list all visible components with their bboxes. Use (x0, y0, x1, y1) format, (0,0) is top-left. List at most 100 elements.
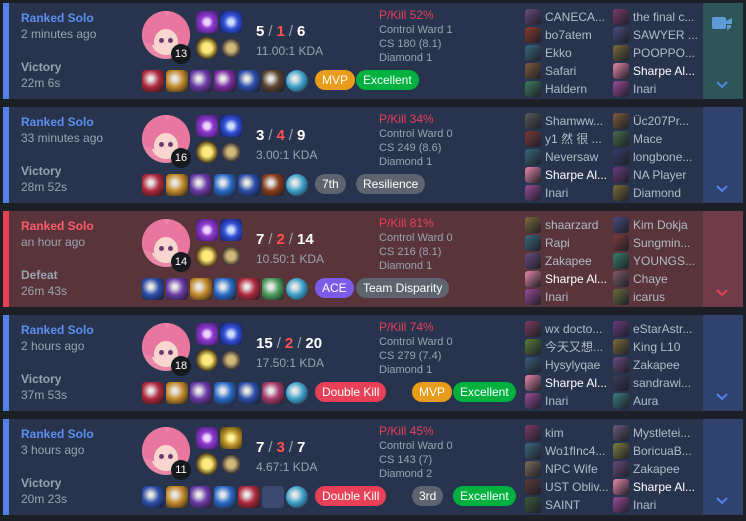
summoner-spell-flash-icon[interactable] (196, 11, 218, 33)
trinket-icon[interactable] (286, 486, 308, 508)
participant[interactable]: Diamond (613, 184, 697, 202)
participant-name[interactable]: Shamww... (545, 114, 603, 128)
participant-name[interactable]: Inari (633, 82, 656, 96)
participant[interactable]: Chaye (613, 270, 697, 288)
participant-name[interactable]: Sharpe Al... (633, 480, 695, 494)
item-slot[interactable] (142, 174, 164, 196)
item-slot[interactable] (214, 278, 236, 300)
participant-name[interactable]: Kim Dokja (633, 218, 688, 232)
participant[interactable]: icarus (613, 288, 697, 306)
match-card[interactable]: Ranked Solo 2 hours ago Victory 37m 53s 18 15… (3, 315, 743, 411)
participant-name[interactable]: Wo1fInc4... (545, 444, 605, 458)
participant[interactable]: NA Player (613, 166, 697, 184)
item-slot[interactable] (262, 486, 284, 508)
participant[interactable]: y1 然 很 ... (525, 130, 609, 148)
summoner-spell-flash-icon[interactable] (196, 323, 218, 345)
match-card[interactable]: Ranked Solo 33 minutes ago Victory 28m 52s 1… (3, 107, 743, 203)
participant-name[interactable]: Sungmin... (633, 236, 690, 250)
participant[interactable]: longbone... (613, 148, 697, 166)
summoner-spell-icon[interactable] (220, 427, 242, 449)
summoner-spell-flash-icon[interactable] (196, 427, 218, 449)
secondary-rune-icon[interactable] (220, 37, 242, 59)
item-slot[interactable] (238, 70, 260, 92)
participant[interactable]: Safari (525, 62, 609, 80)
participant-name[interactable]: sandrawi... (633, 376, 691, 390)
secondary-rune-icon[interactable] (220, 141, 242, 163)
match-card[interactable]: Ranked Solo an hour ago Defeat 26m 43s 14 7/2… (3, 211, 743, 307)
participant-name[interactable]: Safari (545, 64, 576, 78)
participant[interactable]: Mystletei... (613, 424, 697, 442)
participant-name[interactable]: NA Player (633, 168, 686, 182)
participant[interactable]: BoricuaB... (613, 442, 697, 460)
expand-panel[interactable] (703, 3, 743, 99)
participant[interactable]: Zakapee (613, 356, 697, 374)
participant[interactable]: Üc207Pr... (613, 112, 697, 130)
trinket-icon[interactable] (286, 70, 308, 92)
participant[interactable]: Neversaw (525, 148, 609, 166)
keystone-rune-icon[interactable] (196, 453, 218, 475)
item-slot[interactable] (214, 70, 236, 92)
participant[interactable]: Sharpe Al... (525, 166, 609, 184)
participant-name[interactable]: kim (545, 426, 564, 440)
participant[interactable]: kim (525, 424, 609, 442)
participant-name[interactable]: Chaye (633, 272, 668, 286)
participant-name[interactable]: King L10 (633, 340, 680, 354)
item-slot[interactable] (190, 174, 212, 196)
trinket-icon[interactable] (286, 278, 308, 300)
participant-name[interactable]: YOUNGS... (633, 254, 695, 268)
item-slot[interactable] (238, 278, 260, 300)
participant-name[interactable]: Inari (545, 394, 568, 408)
participant[interactable]: Aura (613, 392, 697, 410)
participant[interactable]: Inari (613, 496, 697, 514)
item-slot[interactable] (166, 70, 188, 92)
participant[interactable]: Sharpe Al... (613, 478, 697, 496)
participant-name[interactable]: POOPPO... (633, 46, 695, 60)
expand-panel[interactable] (703, 315, 743, 411)
expand-panel[interactable] (703, 107, 743, 203)
participant-name[interactable]: Diamond (633, 186, 681, 200)
item-slot[interactable] (238, 486, 260, 508)
participant[interactable]: Inari (525, 288, 609, 306)
keystone-rune-icon[interactable] (196, 141, 218, 163)
expand-panel[interactable] (703, 211, 743, 307)
participant[interactable]: 今天又想... (525, 338, 609, 356)
participant[interactable]: NPC Wife (525, 460, 609, 478)
participant-name[interactable]: Inari (545, 290, 568, 304)
participant-name[interactable]: Üc207Pr... (633, 114, 689, 128)
item-slot[interactable] (238, 382, 260, 404)
trinket-icon[interactable] (286, 174, 308, 196)
participant-name[interactable]: UST Obliv... (545, 480, 609, 494)
participant-name[interactable]: Haldern (545, 82, 587, 96)
summoner-spell-flash-icon[interactable] (196, 219, 218, 241)
participant-name[interactable]: Ekko (545, 46, 572, 60)
item-slot[interactable] (214, 486, 236, 508)
item-slot[interactable] (190, 70, 212, 92)
participant-name[interactable]: Sharpe Al... (545, 376, 607, 390)
summoner-spell-icon[interactable] (220, 11, 242, 33)
participant[interactable]: the final c... (613, 8, 697, 26)
item-slot[interactable] (166, 174, 188, 196)
participant-name[interactable]: Sharpe Al... (633, 64, 695, 78)
participant-name[interactable]: Inari (545, 186, 568, 200)
participant[interactable]: POOPPO... (613, 44, 697, 62)
secondary-rune-icon[interactable] (220, 453, 242, 475)
participant-name[interactable]: shaarzard (545, 218, 598, 232)
summoner-spell-icon[interactable] (220, 219, 242, 241)
participant[interactable]: Wo1fInc4... (525, 442, 609, 460)
item-slot[interactable] (262, 278, 284, 300)
participant-name[interactable]: Hysylyqae (545, 358, 600, 372)
participant-name[interactable]: Zakapee (545, 254, 592, 268)
participant-name[interactable]: the final c... (633, 10, 694, 24)
participant-name[interactable]: SAWYER ... (633, 28, 697, 42)
participant-name[interactable]: bo7atem (545, 28, 592, 42)
item-slot[interactable] (166, 486, 188, 508)
expand-panel[interactable] (703, 419, 743, 515)
keystone-rune-icon[interactable] (196, 37, 218, 59)
participant[interactable]: Zakapee (613, 460, 697, 478)
participant-name[interactable]: SAINT (545, 498, 580, 512)
participant-name[interactable]: Rapi (545, 236, 570, 250)
participant-name[interactable]: y1 然 很 ... (545, 132, 602, 146)
participant[interactable]: CANECA... (525, 8, 609, 26)
item-slot[interactable] (142, 70, 164, 92)
item-slot[interactable] (142, 382, 164, 404)
